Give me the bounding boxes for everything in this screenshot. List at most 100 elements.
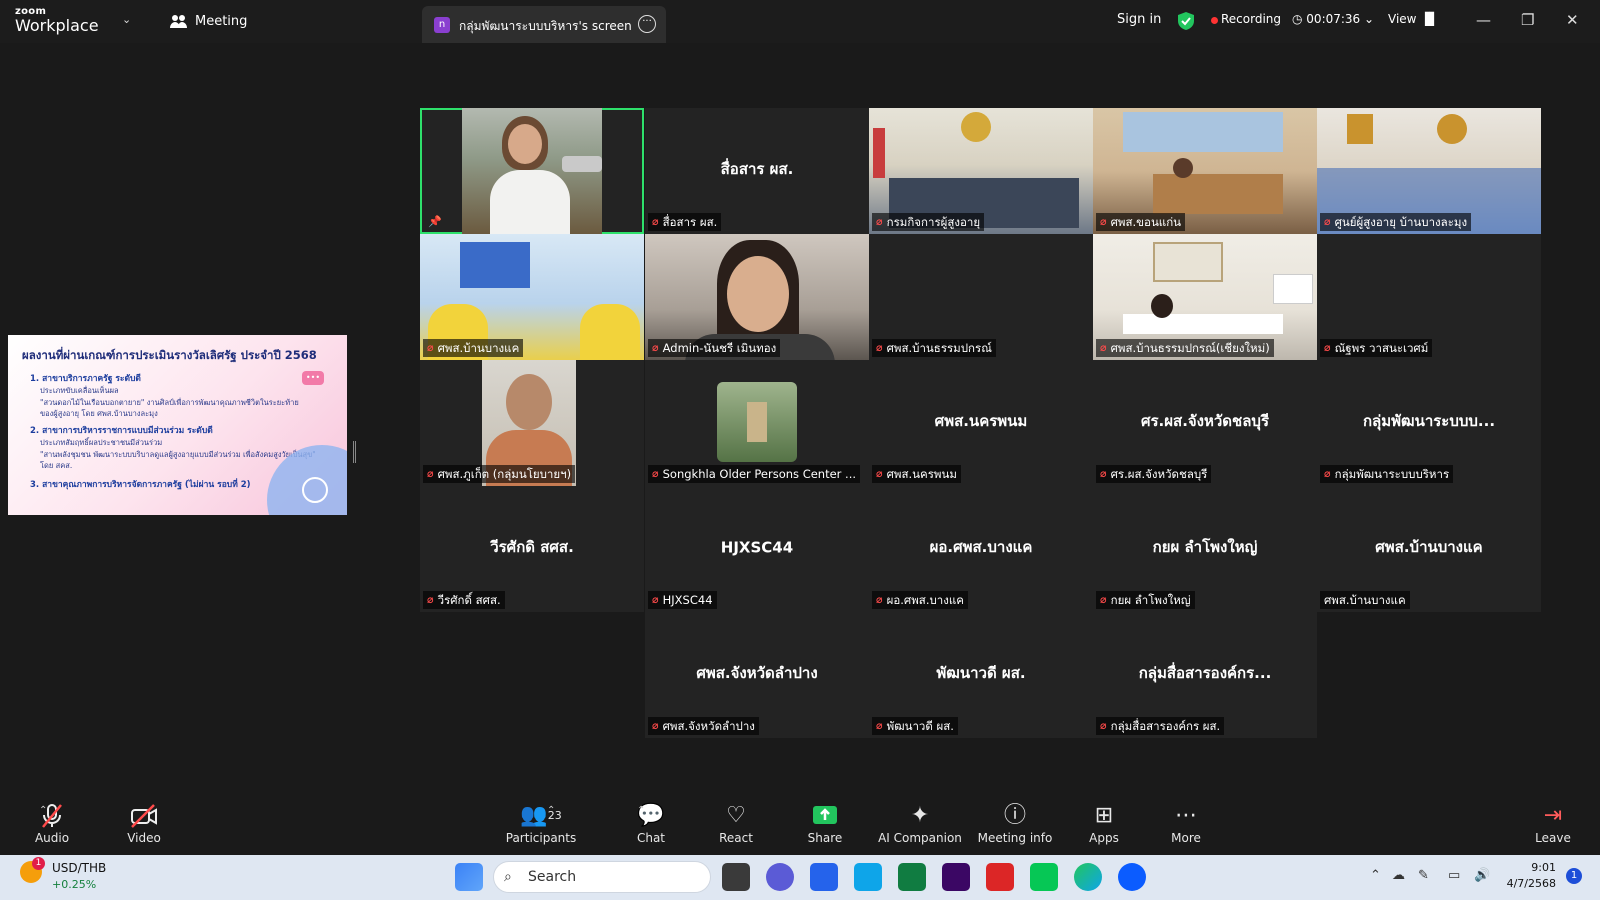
participant-tile[interactable]: HJXSC44 ⌀ HJXSC44 [645, 486, 869, 612]
participant-display-name: กยผ ลำโพงใหญ่ [1152, 538, 1258, 557]
apps-icon: ⊞ [1094, 803, 1114, 828]
sign-in-button[interactable]: Sign in [1117, 12, 1161, 27]
participants-button[interactable]: 👥23 Participants [496, 803, 586, 845]
volume-icon[interactable]: 🔊 [1474, 868, 1490, 883]
participant-name-label: ⌀ ศร.ผส.จังหวัดชลบุรี [1096, 465, 1212, 483]
meeting-timer[interactable]: ◷ 00:07:36 ⌄ [1292, 12, 1374, 26]
participant-tile[interactable]: ศร.ผส.จังหวัดชลบุรี ⌀ ศร.ผส.จังหวัดชลบุรี [1093, 360, 1317, 486]
slide-line: ประเภทสัมฤทธิ์ผลประชาชนมีส่วนร่วม [40, 438, 163, 447]
chat-icon: 💬 [637, 803, 665, 828]
taskbar-search[interactable]: ⌕ Search [493, 861, 711, 893]
participant-tile[interactable]: วีรศักดิ สศส. ⌀ วีรศักดิ์ สศส. [420, 486, 644, 612]
participant-tile[interactable]: ⌀ ศพส.ภูเก็ต (กลุ่มนโยบายฯ) [420, 360, 644, 486]
video-button[interactable]: Video [99, 803, 189, 845]
ticker-symbol[interactable]: USD/THB [52, 861, 106, 875]
minimize-icon[interactable]: — [1476, 11, 1491, 29]
share-screen-icon [780, 803, 870, 831]
participant-tile[interactable]: กลุ่มสื่อสารองค์กร... ⌀ กลุ่มสื่อสารองค์กร… [1093, 612, 1317, 738]
security-shield-icon[interactable] [1178, 12, 1194, 30]
mic-muted-icon: ⌀ [1324, 215, 1331, 228]
participant-tile[interactable]: ⌀ ศพส.บ้านธรรมปกรณ์(เชียงใหม่) [1093, 234, 1317, 360]
participant-tile[interactable]: สื่อสาร ผส. ⌀ สื่อสาร ผส. [645, 108, 869, 234]
mic-muted-icon [7, 803, 97, 831]
chevron-down-icon[interactable]: ⌄ [122, 13, 131, 26]
chevron-up-icon: ⌃ [637, 805, 646, 816]
title-bar: zoom Workplace ⌄ Meeting n กลุ่มพัฒนาระบ… [0, 0, 1600, 43]
mail-icon[interactable] [810, 863, 838, 891]
office-icon[interactable] [986, 863, 1014, 891]
pin-icon[interactable]: 📌 [428, 215, 442, 228]
mic-muted-icon: ⌀ [1100, 593, 1107, 606]
desktop-app-icon[interactable] [854, 863, 882, 891]
premiere-icon[interactable] [942, 863, 970, 891]
participant-tile[interactable]: ⌀ กรมกิจการผู้สูงอายุ [869, 108, 1093, 234]
meeting-info-button[interactable]: ⓘ Meeting info [970, 803, 1060, 845]
participant-name-label: ⌀ HJXSC44 [648, 591, 717, 609]
mic-muted-icon: ⌀ [1100, 215, 1107, 228]
participant-tile[interactable]: ศพส.นครพนม ⌀ ศพส.นครพนม [869, 360, 1093, 486]
participant-tile[interactable]: ⌀ ศพส.ขอนแก่น [1093, 108, 1317, 234]
display-icon[interactable]: ▭ [1448, 868, 1460, 883]
participant-tile[interactable]: ศพส.บ้านบางแค ศพส.บ้านบางแค [1317, 486, 1541, 612]
view-button[interactable]: View ▐▌ [1388, 12, 1439, 26]
participant-tile[interactable]: ⌀ ศูนย์ผู้สูงอายุ บ้านบางละมุง [1317, 108, 1541, 234]
zoom-taskbar-icon[interactable] [1118, 863, 1146, 891]
line-icon[interactable] [1030, 863, 1058, 891]
participant-tile[interactable]: ศพส.จังหวัดลำปาง ⌀ ศพส.จังหวัดลำปาง [645, 612, 869, 738]
mic-muted-icon: ⌀ [876, 593, 883, 606]
shared-screen-tab[interactable]: n กลุ่มพัฒนาระบบบริหาร's screen ··· [422, 6, 666, 43]
mic-muted-icon: ⌀ [1100, 341, 1107, 354]
restore-icon[interactable]: ❐ [1521, 11, 1534, 29]
participant-tile[interactable]: กยผ ลำโพงใหญ่ ⌀ กยผ ลำโพงใหญ่ [1093, 486, 1317, 612]
mic-muted-icon: ⌀ [876, 719, 883, 732]
leave-button[interactable]: ⇥ Leave [1508, 803, 1598, 845]
meeting-tab[interactable]: Meeting [170, 14, 247, 29]
slide-line: 2. สาขาการบริหารราชการแบบมีส่วนร่วม ระดั… [30, 426, 213, 436]
windows-start-icon[interactable] [455, 863, 483, 891]
participant-tile[interactable]: ⌀ Songkhla Older Persons Center ... [645, 360, 869, 486]
zoom-logo[interactable]: zoom Workplace [15, 7, 99, 34]
ai-companion-button[interactable]: ✦ AI Companion [875, 803, 965, 845]
more-options-icon[interactable]: ··· [638, 15, 656, 33]
clock-date[interactable]: 4/7/2568 [1506, 877, 1556, 890]
apps-button[interactable]: ⊞ Apps [1059, 803, 1149, 845]
excel-icon[interactable] [898, 863, 926, 891]
participant-tile[interactable]: ⌀ ณัฐพร วาสนะเวศม์ [1317, 234, 1541, 360]
participant-tile[interactable]: พัฒนาวดี ผส. ⌀ พัฒนาวดี ผส. [869, 612, 1093, 738]
cloud-icon[interactable]: ☁ [1392, 868, 1405, 883]
audio-button[interactable]: Audio [7, 803, 97, 845]
task-view-icon[interactable] [722, 863, 750, 891]
participant-name-label: ⌀ ศพส.นครพนม [872, 465, 961, 483]
close-icon[interactable]: ✕ [1566, 11, 1579, 29]
chat-label: Chat [636, 831, 666, 845]
more-button[interactable]: ⋯ More [1141, 803, 1231, 845]
participant-tile[interactable]: กลุ่มพัฒนาระบบบ... ⌀ กลุ่มพัฒนาระบบบริหาร [1317, 360, 1541, 486]
teams-chat-icon[interactable] [766, 863, 794, 891]
participant-tile[interactable]: ผอ.ศพส.บางแค ⌀ ผอ.ศพส.บางแค [869, 486, 1093, 612]
recording-indicator[interactable]: Recording [1221, 12, 1281, 26]
mic-muted-icon: ⌀ [1324, 341, 1331, 354]
target-icon [302, 477, 328, 503]
pen-icon[interactable]: ✎ [1418, 868, 1429, 883]
chat-button[interactable]: 💬 Chat [606, 803, 696, 845]
participant-tile[interactable]: ⌀ ศพส.บ้านธรรมปกรณ์ [869, 234, 1093, 360]
participant-tile[interactable]: ⌀ Admin-นันชรี เมินทอง [645, 234, 869, 360]
participant-tile[interactable]: 📌 [420, 108, 644, 234]
tray-overflow-icon[interactable]: ⌃ [1370, 868, 1381, 883]
participant-display-name: ศพส.จังหวัดลำปาง [696, 664, 818, 683]
share-label: Share [807, 831, 843, 845]
more-icon: ⋯ [1175, 803, 1197, 828]
clock-time[interactable]: 9:01 [1506, 861, 1556, 874]
panel-resize-handle[interactable] [353, 441, 356, 463]
participant-name: ศพส.นครพนม [886, 467, 957, 481]
participant-name: ศพส.ภูเก็ต (กลุ่มนโยบายฯ) [437, 467, 572, 481]
participant-tile[interactable]: ⌀ ศพส.บ้านบางแค [420, 234, 644, 360]
react-button[interactable]: ♡ React [691, 803, 781, 845]
participant-name-label: ศพส.บ้านบางแค [1320, 591, 1410, 609]
participants-label: Participants [505, 831, 577, 845]
participant-name-label: ⌀ วีรศักดิ์ สศส. [423, 591, 505, 609]
share-button[interactable]: Share [780, 803, 870, 845]
shared-screen-thumbnail[interactable]: ผลงานที่ผ่านเกณฑ์การประเมินรางวัลเลิศรัฐ… [8, 335, 347, 515]
notification-badge[interactable]: 1 [1566, 868, 1582, 884]
edge-icon[interactable] [1074, 863, 1102, 891]
